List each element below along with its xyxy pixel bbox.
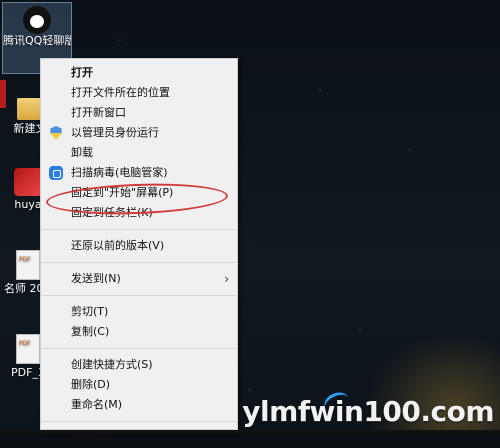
menu-item-label: 以管理员身份运行: [71, 126, 159, 139]
context-menu: 打开 打开文件所在的位置 打开新窗口 以管理员身份运行 卸载 扫描病毒(电脑管家…: [40, 58, 238, 444]
menu-separator: [41, 348, 237, 349]
menu-item-cut[interactable]: 剪切(T): [41, 302, 237, 322]
menu-item-send-to[interactable]: 发送到(N) ›: [41, 269, 237, 289]
menu-separator: [41, 229, 237, 230]
menu-item-restore-previous[interactable]: 还原以前的版本(V): [41, 236, 237, 256]
huya-app-icon: [14, 168, 42, 196]
menu-item-label: 卸载: [71, 146, 93, 159]
menu-item-label: 删除(D): [71, 378, 111, 391]
submenu-chevron-right-icon: ›: [224, 272, 229, 286]
menu-item-pin-to-taskbar[interactable]: 固定到任务栏(K): [41, 203, 237, 223]
menu-item-label: 扫描病毒(电脑管家): [71, 166, 168, 179]
admin-shield-icon: [50, 126, 62, 140]
menu-item-pin-to-start[interactable]: 固定到"开始"屏幕(P): [41, 183, 237, 203]
menu-item-scan-virus[interactable]: 扫描病毒(电脑管家): [41, 163, 237, 183]
menu-item-open-new-window[interactable]: 打开新窗口: [41, 103, 237, 123]
qq-penguin-icon: [23, 6, 51, 34]
menu-item-run-as-admin[interactable]: 以管理员身份运行: [41, 123, 237, 143]
pdf-file-icon: [16, 250, 40, 280]
menu-item-label: 发送到(N): [71, 272, 121, 285]
site-watermark: ylmfwin100.com: [242, 395, 494, 428]
pdf-file-icon: [16, 334, 40, 364]
menu-item-create-shortcut[interactable]: 创建快捷方式(S): [41, 355, 237, 375]
menu-item-label: 创建快捷方式(S): [71, 358, 153, 371]
menu-item-rename[interactable]: 重命名(M): [41, 395, 237, 415]
menu-item-uninstall[interactable]: 卸载: [41, 143, 237, 163]
qq-icon-label: 腾讯QQ轻聊版: [3, 34, 71, 47]
menu-separator: [41, 421, 237, 422]
menu-item-open-file-location[interactable]: 打开文件所在的位置: [41, 83, 237, 103]
menu-item-label: 固定到任务栏(K): [71, 206, 153, 219]
menu-item-label: 重命名(M): [71, 398, 123, 411]
menu-item-label: 还原以前的版本(V): [71, 239, 165, 252]
menu-item-label: 打开文件所在的位置: [71, 86, 170, 99]
menu-item-label: 打开: [71, 66, 93, 79]
menu-item-label: 固定到"开始"屏幕(P): [71, 186, 174, 199]
menu-separator: [41, 295, 237, 296]
taskbar-edge: [0, 430, 500, 434]
pc-manager-icon: [49, 166, 63, 180]
menu-item-open[interactable]: 打开: [41, 63, 237, 83]
menu-item-label: 打开新窗口: [71, 106, 126, 119]
menu-item-label: 剪切(T): [71, 305, 109, 318]
menu-separator: [41, 262, 237, 263]
menu-item-delete[interactable]: 删除(D): [41, 375, 237, 395]
menu-item-copy[interactable]: 复制(C): [41, 322, 237, 342]
menu-item-label: 复制(C): [71, 325, 110, 338]
